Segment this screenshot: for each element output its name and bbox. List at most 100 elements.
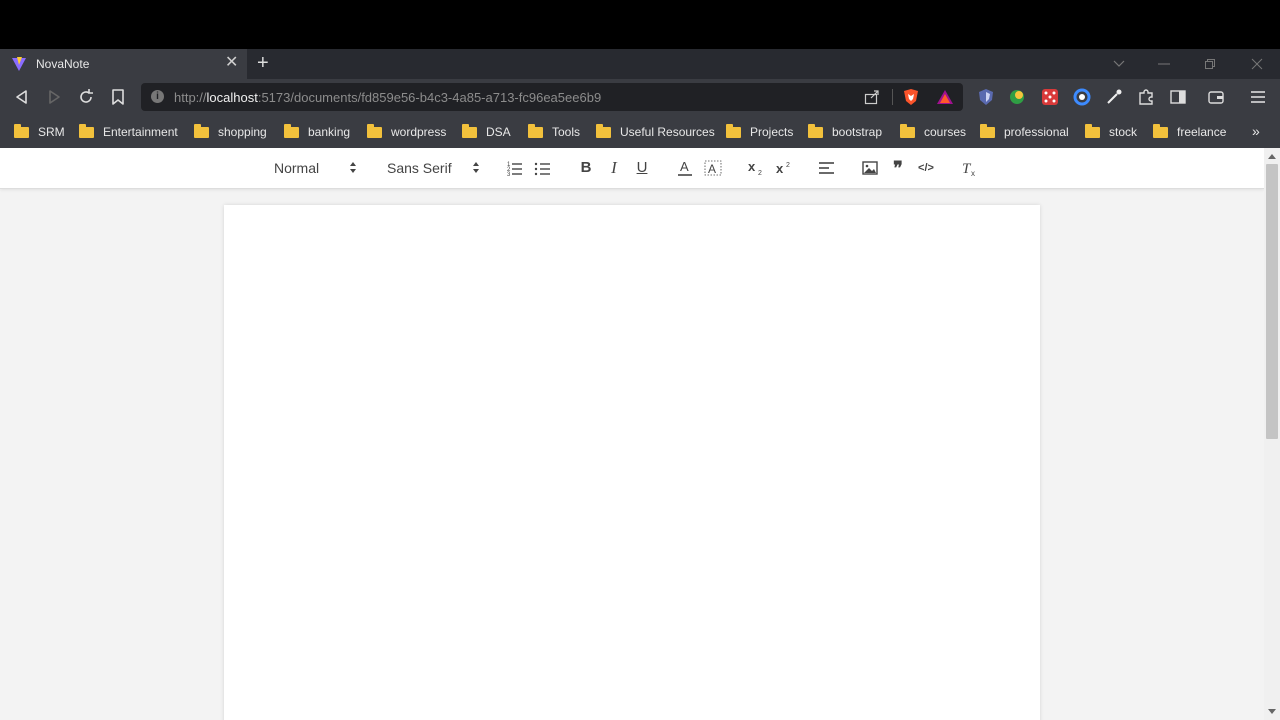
tab-novanote[interactable]: NovaNote ✕ xyxy=(0,49,247,79)
underline-button[interactable]: U xyxy=(631,158,653,178)
bookmarks-overflow-button[interactable]: » xyxy=(1252,123,1260,139)
bookmark-folder[interactable]: DSA xyxy=(462,123,511,141)
bookmark-label: stock xyxy=(1109,125,1138,139)
restore-icon[interactable] xyxy=(1204,58,1216,70)
vpn-shield-icon[interactable] xyxy=(977,88,995,106)
tab-search-chevron-icon[interactable] xyxy=(1113,59,1125,69)
header-select-arrows-icon xyxy=(350,162,356,173)
italic-button[interactable]: I xyxy=(603,158,625,178)
vite-logo-icon xyxy=(12,57,26,71)
folder-icon xyxy=(284,123,299,138)
background-color-icon[interactable]: A xyxy=(702,158,724,178)
folder-icon xyxy=(194,123,209,138)
reload-icon[interactable] xyxy=(76,87,96,107)
folder-icon xyxy=(14,123,29,138)
bookmark-folder[interactable]: shopping xyxy=(194,123,267,141)
brave-rewards-icon[interactable] xyxy=(936,89,954,105)
back-icon[interactable] xyxy=(12,87,32,107)
folder-icon xyxy=(808,123,823,138)
bookmark-label: Useful Resources xyxy=(620,125,715,139)
folder-icon xyxy=(980,123,995,138)
address-bar[interactable]: i http://localhost:5173/documents/fd859e… xyxy=(141,83,963,111)
minimize-icon[interactable] xyxy=(1158,63,1170,65)
align-left-icon[interactable] xyxy=(816,158,838,178)
bookmark-folder[interactable]: wordpress xyxy=(367,123,446,141)
dice-extension-icon[interactable] xyxy=(1041,88,1059,106)
share-icon[interactable] xyxy=(864,89,880,105)
bookmark-label: banking xyxy=(308,125,351,139)
address-url[interactable]: http://localhost:5173/documents/fd859e56… xyxy=(174,90,601,105)
blockquote-button[interactable]: ❞ xyxy=(887,158,909,178)
bold-button[interactable]: B xyxy=(575,158,597,178)
bookmark-label: Projects xyxy=(750,125,794,139)
bookmark-label: DSA xyxy=(486,125,511,139)
tab-title: NovaNote xyxy=(36,57,90,71)
bookmark-folder[interactable]: stock xyxy=(1085,123,1137,141)
subscript-icon[interactable]: x2 xyxy=(745,158,767,178)
scrollbar-thumb[interactable] xyxy=(1266,164,1278,439)
navigation-bar: i http://localhost:5173/documents/fd859e… xyxy=(0,79,1280,116)
url-host: localhost xyxy=(206,90,258,105)
folder-icon xyxy=(1153,123,1168,138)
menu-icon[interactable] xyxy=(1249,88,1267,106)
bookmark-folder[interactable]: courses xyxy=(900,123,966,141)
page-scrollbar[interactable] xyxy=(1264,148,1280,720)
code-block-button[interactable]: </> xyxy=(915,158,937,178)
superscript-icon[interactable]: x2 xyxy=(773,158,795,178)
bookmark-folder[interactable]: professional xyxy=(980,123,1069,141)
editor-toolbar: Normal Sans Serif 123 B I U A A x2 x2 ❞ … xyxy=(0,148,1264,189)
svg-text:x: x xyxy=(748,159,756,174)
folder-icon xyxy=(900,123,915,138)
divider xyxy=(892,89,893,105)
image-icon[interactable] xyxy=(859,158,881,178)
svg-text:2: 2 xyxy=(758,170,762,177)
header-select[interactable]: Normal xyxy=(274,160,319,176)
window-close-icon[interactable] xyxy=(1251,58,1263,70)
document-page[interactable] xyxy=(224,205,1040,720)
svg-text:x: x xyxy=(776,161,784,176)
site-info-icon[interactable]: i xyxy=(151,90,164,103)
bookmark-label: SRM xyxy=(38,125,65,139)
bookmark-folder[interactable]: Useful Resources xyxy=(596,123,715,141)
text-color-icon[interactable]: A xyxy=(674,158,696,178)
wallet-icon[interactable] xyxy=(1207,88,1225,106)
svg-text:A: A xyxy=(680,159,689,174)
brave-shields-icon[interactable] xyxy=(903,88,919,106)
forward-icon[interactable] xyxy=(44,87,64,107)
svg-text:x: x xyxy=(971,169,975,178)
bullet-list-icon[interactable] xyxy=(532,158,554,178)
bookmark-icon[interactable] xyxy=(108,87,128,107)
tab-close-icon[interactable]: ✕ xyxy=(225,55,238,71)
sync-extension-icon[interactable] xyxy=(1073,88,1091,106)
bookmark-folder[interactable]: Projects xyxy=(726,123,793,141)
translate-extension-icon[interactable] xyxy=(1008,88,1026,106)
bookmark-label: courses xyxy=(924,125,967,139)
color-picker-icon[interactable] xyxy=(1105,88,1123,106)
ordered-list-icon[interactable]: 123 xyxy=(504,158,526,178)
tab-strip: NovaNote ✕ + xyxy=(0,49,1280,79)
scroll-down-icon[interactable] xyxy=(1264,704,1280,718)
bookmark-folder[interactable]: SRM xyxy=(14,123,65,141)
bookmark-label: professional xyxy=(1004,125,1069,139)
folder-icon xyxy=(462,123,477,138)
folder-icon xyxy=(367,123,382,138)
scroll-up-icon[interactable] xyxy=(1264,150,1280,164)
clear-formatting-icon[interactable]: Tx xyxy=(958,158,980,178)
svg-text:2: 2 xyxy=(786,162,790,169)
url-scheme: http:// xyxy=(174,90,207,105)
bookmark-label: freelance xyxy=(1177,125,1227,139)
extensions-puzzle-icon[interactable] xyxy=(1137,88,1155,106)
folder-icon xyxy=(79,123,94,138)
new-tab-button[interactable]: + xyxy=(257,52,269,74)
bookmark-folder[interactable]: freelance xyxy=(1153,123,1226,141)
screen-top-bar xyxy=(0,0,1280,49)
bookmark-label: Entertainment xyxy=(103,125,178,139)
bookmark-folder[interactable]: Entertainment xyxy=(79,123,178,141)
bookmark-folder[interactable]: banking xyxy=(284,123,350,141)
folder-icon xyxy=(726,123,741,138)
sidebar-toggle-icon[interactable] xyxy=(1169,88,1187,106)
bookmark-folder[interactable]: bootstrap xyxy=(808,123,882,141)
bookmark-label: shopping xyxy=(218,125,267,139)
bookmark-folder[interactable]: Tools xyxy=(528,123,580,141)
font-select[interactable]: Sans Serif xyxy=(387,160,452,176)
